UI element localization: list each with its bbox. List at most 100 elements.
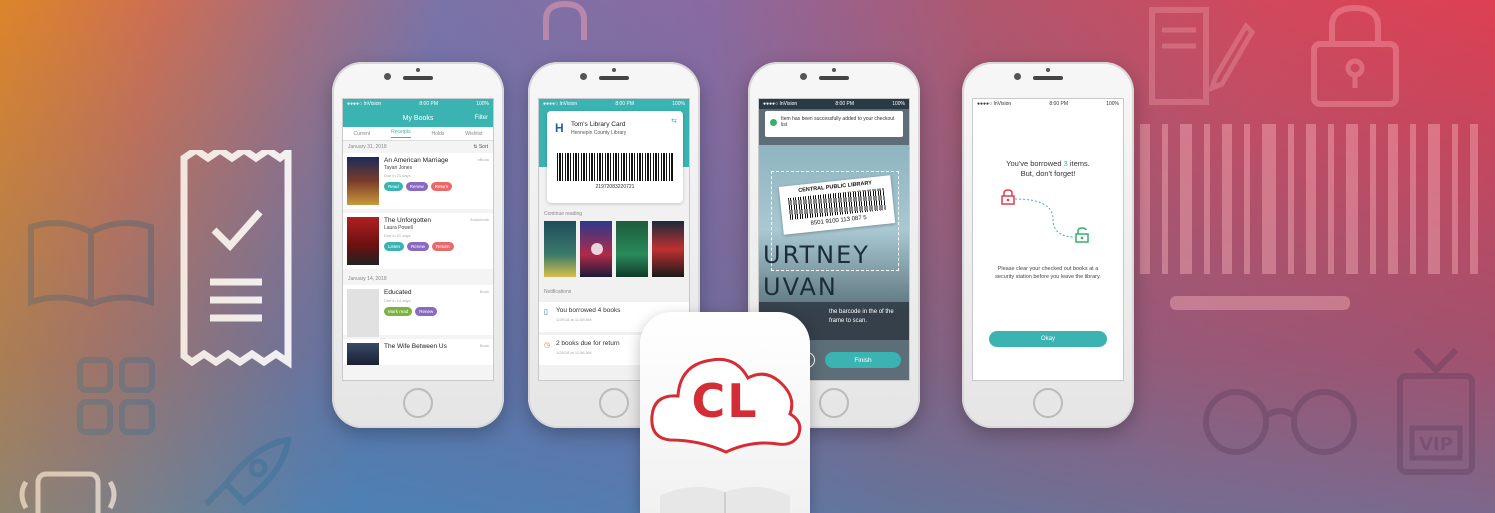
app-logo-text: CL (691, 374, 759, 428)
book-cover (347, 217, 379, 265)
format-label: Audiobook (470, 217, 489, 222)
list-item[interactable]: The Wife Between Us Book (343, 339, 493, 365)
home-button[interactable] (403, 388, 433, 418)
status-bar: ●●●●○ InVision 8:00 PM 100% (759, 99, 909, 109)
finish-button[interactable]: Finish (825, 352, 901, 368)
rocket-icon (196, 434, 296, 513)
format-label: eBook (477, 157, 489, 162)
date-header: January 14, 2018 (348, 276, 387, 282)
screen-my-books: ●●●●○ InVision 8:00 PM 100% My Books Fil… (342, 98, 494, 381)
tab-holds[interactable]: Holds (432, 131, 445, 137)
card-title: Tom's Library Card (571, 121, 626, 128)
list-item[interactable]: Educated Due in 14 days Book Mark read R… (343, 285, 493, 337)
book-title: An American Marriage (384, 157, 449, 164)
renew-button[interactable]: Renew (407, 242, 430, 251)
screen-borrow-confirmation: ●●●●○ InVision 8:00 PM 100% You've borro… (972, 98, 1124, 381)
padlock-icon (1306, 4, 1404, 110)
book-cover[interactable] (652, 221, 684, 277)
book-cover[interactable] (580, 221, 612, 277)
unlocked-icon (1075, 227, 1089, 246)
book-cover (347, 343, 379, 365)
date-header: January 31, 2018 ⇅ Sort (348, 144, 488, 150)
continue-reading-list (539, 221, 689, 277)
header: ●●●●○ InVision 8:00 PM 100% My Books Fil… (343, 99, 493, 127)
speaker (403, 76, 433, 80)
due-date: Due in 14 days (384, 298, 411, 303)
home-button[interactable] (1033, 388, 1063, 418)
document-edit-icon (1146, 6, 1256, 106)
svg-text:VIP: VIP (1419, 434, 1453, 455)
phone-my-books: ●●●●○ InVision 8:00 PM 100% My Books Fil… (332, 62, 504, 428)
speaker (599, 76, 629, 80)
sort-button[interactable]: ⇅ Sort (473, 144, 488, 150)
mark-read-button[interactable]: Mark read (384, 307, 413, 316)
speaker (819, 76, 849, 80)
book-cover[interactable] (616, 221, 648, 277)
cloudlibrary-app-icon: CL (640, 312, 810, 513)
due-date: Due in 21 days (384, 173, 411, 178)
library-card[interactable]: H Tom's Library Card Hennepin County Lib… (547, 111, 683, 203)
format-label: Book (479, 289, 489, 294)
barcode-icon (1140, 124, 1480, 314)
camera (580, 73, 587, 80)
clock-icon: ◷ (544, 342, 551, 349)
okay-button[interactable]: Okay (989, 331, 1107, 347)
card-switch-icon[interactable]: ⇆ (671, 117, 677, 125)
status-bar: ●●●●○ InVision 8:00 PM 100% (543, 101, 685, 107)
page-title: My Books Filter (402, 114, 488, 122)
listen-button[interactable]: Listen (384, 242, 405, 251)
renew-button[interactable]: Renew (405, 182, 428, 191)
due-date: Due in 21 days (384, 233, 411, 238)
read-button[interactable]: Read (384, 182, 403, 191)
tab-receipts[interactable]: Receipts (391, 129, 411, 138)
lock-icon (530, 0, 600, 60)
book-title: Educated (384, 289, 412, 296)
home-button[interactable] (819, 388, 849, 418)
check-icon (770, 119, 777, 126)
book-author: Laura Powell (384, 225, 413, 231)
play-icon[interactable] (591, 243, 603, 255)
continue-reading-label: Continue reading (544, 211, 583, 217)
open-book-icon (26, 212, 156, 312)
receipt-check-icon (180, 150, 292, 370)
filter-button[interactable]: Filter (475, 115, 488, 121)
book-cover-placeholder (347, 289, 379, 337)
return-button[interactable]: Return (432, 242, 454, 251)
library-logo-icon: H (555, 121, 564, 135)
camera (800, 73, 807, 80)
glasses-icon (1196, 376, 1366, 456)
book-title: The Wife Between Us (384, 343, 447, 350)
card-barcode (557, 153, 673, 181)
camera (1014, 73, 1021, 80)
home-button[interactable] (599, 388, 629, 418)
book-icon: ▯ (544, 309, 548, 316)
book-author: Tayari Jones (384, 165, 413, 171)
return-button[interactable]: Return (430, 182, 453, 191)
book-cover-text: URTNEY (763, 241, 870, 269)
format-label: Book (479, 343, 489, 348)
security-note: Please clear your checked out books at a… (995, 266, 1101, 280)
dotted-path (1014, 198, 1076, 238)
status-bar: ●●●●○ InVision 8:00 PM 100% (977, 101, 1119, 107)
header: ●●●●○ InVision 8:00 PM 100% H Tom's Libr… (539, 99, 689, 203)
renew-button[interactable]: Renew (415, 307, 438, 316)
grid-icon (76, 356, 158, 438)
tab-current[interactable]: Current (353, 131, 370, 137)
list-item[interactable]: The Unforgotten Laura Powell Due in 21 d… (343, 213, 493, 269)
phone-wave-icon (8, 468, 128, 513)
camera (384, 73, 391, 80)
card-number: 21972083220721 (595, 184, 635, 190)
card-library: Hennepin County Library (571, 130, 627, 136)
book-cover[interactable] (544, 221, 576, 277)
tab-wishlist[interactable]: Wishlist (465, 131, 482, 137)
phone-borrow-confirmation: ●●●●○ InVision 8:00 PM 100% You've borro… (962, 62, 1134, 428)
borrow-message: You've borrowed 3 items. But, don't forg… (1006, 159, 1090, 178)
list-item[interactable]: An American Marriage Tayari Jones Due in… (343, 153, 493, 209)
book-cover (347, 157, 379, 205)
speaker (1033, 76, 1063, 80)
book-cover-text: UVAN (763, 273, 838, 301)
status-bar: ●●●●○ InVision 8:00 PM 100% (347, 101, 489, 107)
tab-bar: Current Receipts Holds Wishlist (343, 127, 493, 141)
notifications-label: Notifications (544, 289, 572, 295)
vip-badge-icon: VIP (1396, 346, 1476, 476)
